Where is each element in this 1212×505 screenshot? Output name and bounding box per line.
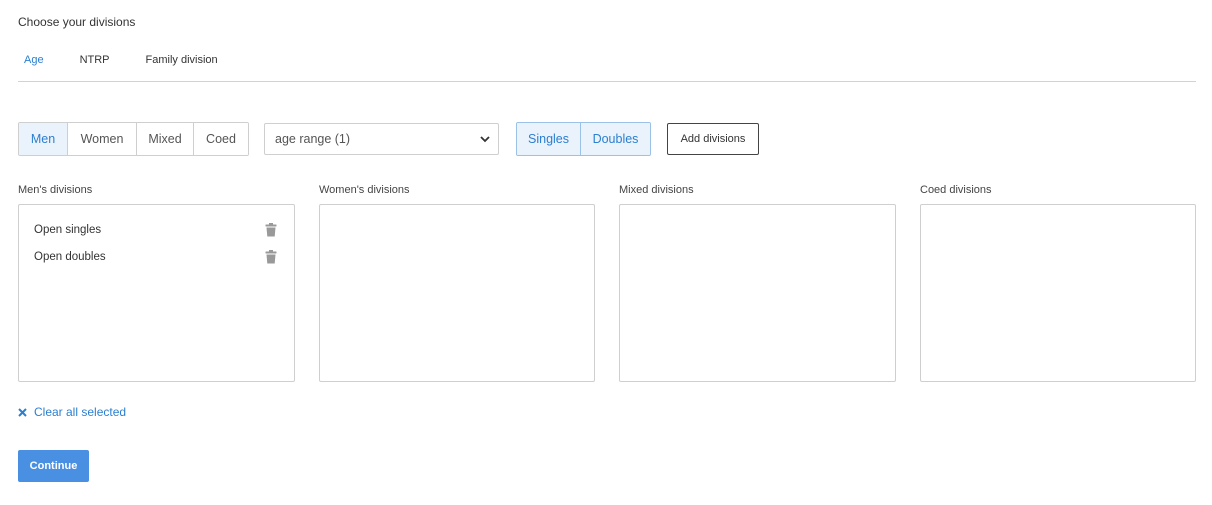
add-divisions-button[interactable]: Add divisions — [667, 123, 759, 155]
page-title: Choose your divisions — [18, 15, 136, 29]
tab-age[interactable]: Age — [24, 52, 44, 72]
filter-bar: Men Women Mixed Coed age range (1) Singl… — [18, 122, 759, 156]
column-title: Women's divisions — [319, 184, 410, 196]
gender-option-men[interactable]: Men — [19, 123, 68, 155]
division-label: Open doubles — [34, 250, 106, 263]
division-list — [619, 204, 896, 382]
close-icon — [18, 407, 28, 417]
list-item: Open singles — [19, 216, 294, 243]
tab-family-division[interactable]: Family division — [146, 52, 218, 72]
gender-option-mixed[interactable]: Mixed — [137, 123, 194, 155]
column-title: Coed divisions — [920, 184, 992, 196]
division-tabs: Age NTRP Family division — [18, 52, 1196, 82]
trash-icon[interactable] — [265, 222, 277, 237]
division-list: Open singles Open doubles — [18, 204, 295, 382]
coed-divisions-column: Coed divisions — [920, 184, 1196, 382]
division-list — [920, 204, 1196, 382]
column-title: Mixed divisions — [619, 184, 694, 196]
match-type-filter: Singles Doubles — [516, 122, 651, 156]
division-list — [319, 204, 595, 382]
division-picker-page: Choose your divisions Age NTRP Family di… — [0, 0, 1212, 505]
type-option-singles[interactable]: Singles — [517, 123, 581, 155]
age-range-value: age range (1) — [275, 132, 351, 146]
gender-option-coed[interactable]: Coed — [194, 123, 248, 155]
chevron-down-icon — [480, 134, 490, 144]
clear-all-selected-link[interactable]: Clear all selected — [18, 405, 126, 419]
tab-ntrp[interactable]: NTRP — [80, 52, 110, 72]
womens-divisions-column: Women's divisions — [319, 184, 595, 382]
list-item: Open doubles — [19, 243, 294, 270]
continue-button[interactable]: Continue — [18, 450, 89, 482]
column-title: Men's divisions — [18, 184, 93, 196]
clear-all-label: Clear all selected — [34, 405, 127, 419]
gender-filter: Men Women Mixed Coed — [18, 122, 249, 156]
gender-option-women[interactable]: Women — [68, 123, 137, 155]
division-label: Open singles — [34, 223, 102, 236]
mixed-divisions-column: Mixed divisions — [619, 184, 896, 382]
type-option-doubles[interactable]: Doubles — [581, 123, 650, 155]
mens-divisions-column: Men's divisions Open singles Open double… — [18, 184, 295, 382]
age-range-select[interactable]: age range (1) — [264, 123, 499, 155]
trash-icon[interactable] — [265, 249, 277, 264]
